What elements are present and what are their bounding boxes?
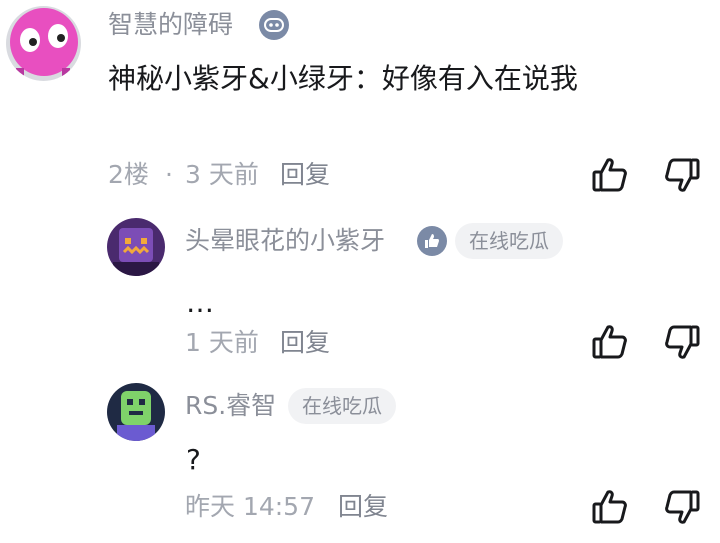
thumbs-up-badge-icon — [417, 226, 447, 256]
timestamp: 1 天前 — [185, 328, 259, 357]
username[interactable]: 头晕眼花的小紫牙 — [185, 226, 385, 256]
reply-button[interactable]: 回复 — [280, 328, 330, 358]
avatar[interactable] — [107, 383, 165, 441]
avatar[interactable] — [6, 6, 81, 81]
username[interactable]: RS.睿智 — [185, 391, 276, 421]
reply-text: … — [186, 286, 214, 319]
like-icon[interactable] — [590, 155, 630, 195]
comment-text: 神秘小紫牙&小绿牙：好像有入在说我 — [108, 62, 578, 95]
meta-separator: · — [165, 160, 173, 189]
user-tag: 在线吃瓜 — [288, 388, 396, 424]
reply-button[interactable]: 回复 — [280, 160, 330, 190]
dislike-icon[interactable] — [662, 487, 702, 527]
reply-button[interactable]: 回复 — [338, 492, 388, 522]
user-tag: 在线吃瓜 — [455, 223, 563, 259]
timestamp: 3 天前 — [185, 160, 259, 189]
username[interactable]: 智慧的障碍 — [108, 10, 233, 40]
dislike-icon[interactable] — [662, 155, 702, 195]
dislike-icon[interactable] — [662, 322, 702, 362]
reply-text: ? — [186, 443, 201, 476]
gamepad-icon — [259, 10, 289, 40]
like-icon[interactable] — [590, 322, 630, 362]
avatar[interactable] — [107, 218, 165, 276]
timestamp: 昨天 14:57 — [185, 492, 315, 521]
floor-number: 2楼 — [108, 160, 149, 189]
like-icon[interactable] — [590, 487, 630, 527]
